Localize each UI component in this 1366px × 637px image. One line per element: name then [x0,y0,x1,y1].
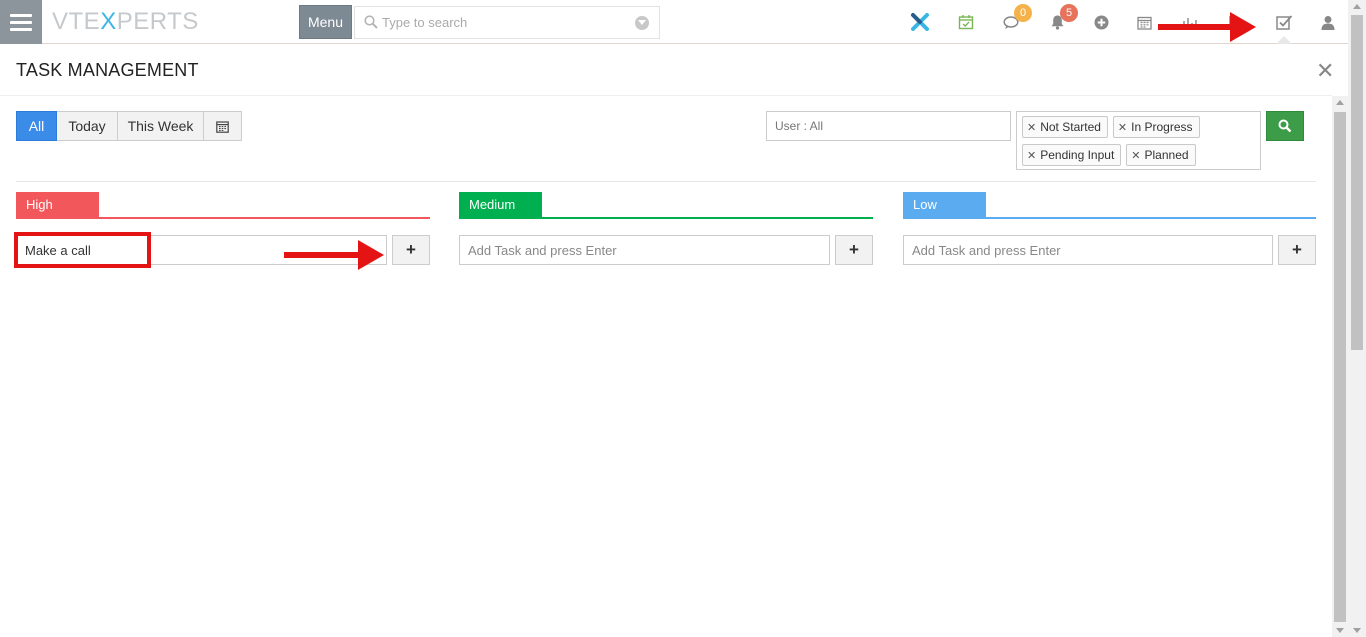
scrollbar-thumb[interactable] [1351,15,1363,350]
notifications-badge: 5 [1060,4,1078,22]
comments-icon[interactable]: 0 [1002,4,1032,32]
annotation-arrow-top [1158,12,1256,42]
search-submit-button[interactable] [1266,111,1304,141]
user-filter-select[interactable]: User : All [766,111,1011,141]
top-navigation-bar: VTEXPERTS Menu 0 [0,0,1366,44]
scroll-down-arrow-icon[interactable] [1353,628,1361,633]
remove-chip-icon[interactable]: ✕ [1131,149,1140,162]
global-search [354,6,660,39]
scroll-up-arrow-icon[interactable] [1336,100,1344,105]
add-task-button-low[interactable]: + [1278,235,1316,265]
status-chip: ✕ In Progress [1112,116,1200,138]
search-icon [364,15,378,29]
remove-chip-icon[interactable]: ✕ [1027,121,1036,134]
column-underline [459,217,873,219]
scroll-up-arrow-icon[interactable] [1353,4,1361,9]
scroll-down-arrow-icon[interactable] [1336,628,1344,633]
user-profile-icon[interactable] [1320,12,1336,32]
status-chip: ✕ Not Started [1022,116,1108,138]
search-icon [1278,119,1292,133]
column-label-high: High [16,192,99,217]
vtexperts-x-icon[interactable] [908,12,932,32]
add-task-input-medium[interactable] [459,235,830,265]
menu-button[interactable]: Menu [299,5,352,39]
annotation-arrow-middle [284,240,384,270]
filter-all-button[interactable]: All [16,111,57,141]
task-management-checkbox-icon[interactable] [1275,12,1293,32]
column-underline [903,217,1316,219]
panel-scrollbar[interactable] [1332,96,1348,637]
filter-divider [16,181,1316,182]
priority-column-medium: Medium + [459,192,873,265]
add-task-button-medium[interactable]: + [835,235,873,265]
annotation-highlight-box [14,232,151,268]
page-title: TASK MANAGEMENT [16,60,199,80]
scrollbar-thumb[interactable] [1334,112,1346,622]
header-divider [0,95,1332,96]
notifications-bell-icon[interactable]: 5 [1048,4,1078,32]
filter-this-week-button[interactable]: This Week [118,111,204,141]
active-tab-caret [1276,36,1292,44]
column-label-medium: Medium [459,192,542,217]
date-filter-group: All Today This Week [16,111,242,141]
close-icon[interactable]: ✕ [1316,58,1334,84]
column-underline [16,217,430,219]
page-scrollbar[interactable] [1348,0,1366,637]
status-chip: ✕ Planned [1126,144,1196,166]
filter-today-button[interactable]: Today [57,111,118,141]
remove-chip-icon[interactable]: ✕ [1118,121,1127,134]
date-picker-calendar-icon[interactable] [204,111,242,141]
comments-badge: 0 [1014,4,1032,22]
search-dropdown-icon[interactable] [635,16,649,30]
search-input[interactable] [382,7,632,38]
add-task-button-high[interactable]: + [392,235,430,265]
status-chip: ✕ Pending Input [1022,144,1122,166]
priority-column-high: High + [16,192,430,265]
status-filter-multiselect[interactable]: ✕ Not Started ✕ In Progress ✕ Pending Input… [1016,111,1261,170]
quick-create-plus-icon[interactable] [1093,12,1109,32]
column-label-low: Low [903,192,986,217]
priority-column-low: Low + [903,192,1316,265]
calendar-check-icon[interactable] [957,12,975,32]
add-task-input-low[interactable] [903,235,1273,265]
calendar-icon[interactable] [1136,12,1152,32]
vtexperts-logo: VTEXPERTS [52,8,199,35]
remove-chip-icon[interactable]: ✕ [1027,149,1036,162]
hamburger-menu-icon[interactable] [0,0,42,44]
